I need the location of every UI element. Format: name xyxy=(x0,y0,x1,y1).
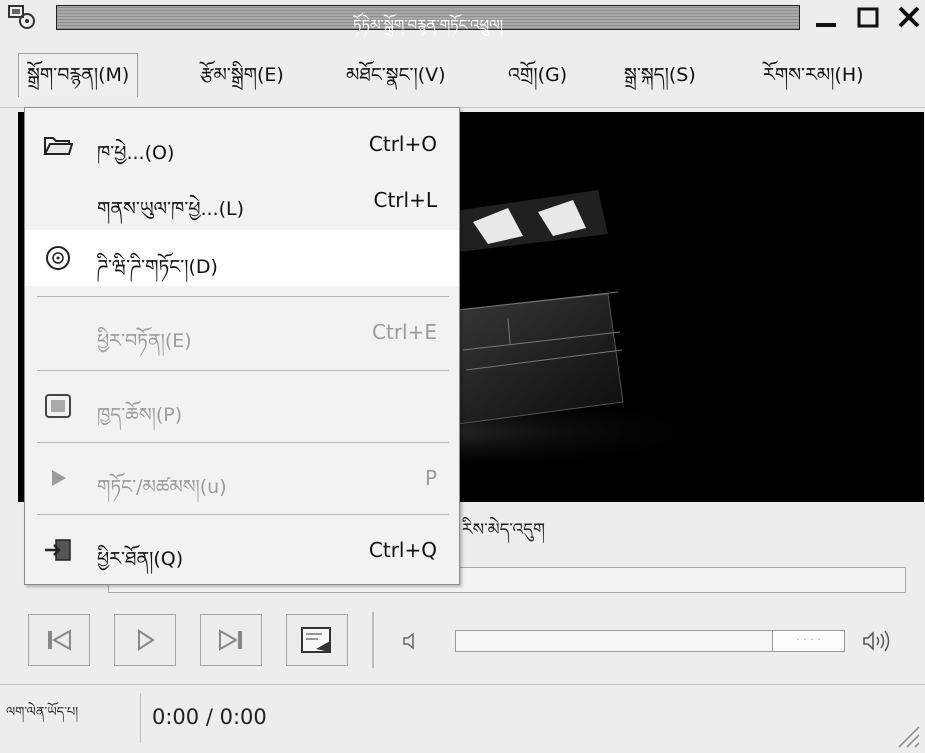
menu-item-quit-accel: Ctrl+Q xyxy=(368,538,437,562)
properties-icon xyxy=(45,394,71,418)
app-icon xyxy=(8,5,35,29)
menu-separator xyxy=(37,296,449,297)
title-bar: ཏོཏེམ་སྒྲོག་བརྙན་གཏོང་འཕྲུལ། xyxy=(0,0,925,34)
stream-status: ལག་ལེན་ཡོད་པ། xyxy=(6,705,79,720)
menu-separator xyxy=(37,370,449,371)
status-bar: ལག་ལེན་ཡོད་པ། 0:00 / 0:00 xyxy=(0,684,925,753)
menu-item-play-pause-label: གཏོང་/མཚམས།(u) xyxy=(97,476,227,498)
volume-slider[interactable]: · · · · xyxy=(455,630,845,652)
menu-bar: སྒྲོག་བརྙན།(M) རྩོམ་སྒྲིག(E) མཐོང་སྣང་།(… xyxy=(0,40,925,108)
menu-item-eject-label: ཕྱིར་བཏོན།(E) xyxy=(97,330,192,352)
menu-movie[interactable]: སྒྲོག་བརྙན།(M) xyxy=(18,53,139,97)
menu-edit[interactable]: རྩོམ་སྒྲིག(E) xyxy=(192,53,292,97)
time-display: 0:00 / 0:00 xyxy=(152,705,267,729)
menu-item-play-disc[interactable]: ཌི་ཝི་ཌི་གཏོང་།(D) xyxy=(25,230,459,286)
control-separator xyxy=(372,612,374,668)
close-button[interactable] xyxy=(893,2,925,32)
menu-item-play-pause-accel: P xyxy=(424,466,437,490)
movie-menu-dropdown: ཁ་ཕྱེ...(O) Ctrl+O གནས་ཡུལ་ཁ་ཕྱེ...(L) C… xyxy=(24,107,460,585)
volume-slider-thumb[interactable]: · · · · xyxy=(772,631,844,651)
menu-item-quit-label: ཕྱིར་ཐོན།(Q) xyxy=(97,548,184,570)
volume-low-icon xyxy=(403,632,414,650)
menu-sound[interactable]: སྒྲ་སྐད།(S) xyxy=(616,53,704,97)
menu-item-open-location[interactable]: གནས་ཡུལ་ཁ་ཕྱེ...(L) Ctrl+L xyxy=(25,172,459,228)
play-icon xyxy=(52,470,66,486)
minimize-button[interactable] xyxy=(810,2,842,32)
skip-forward-icon xyxy=(219,629,242,651)
playlist-button[interactable] xyxy=(286,614,348,666)
next-button[interactable] xyxy=(200,614,262,666)
play-button[interactable] xyxy=(114,614,176,666)
menu-item-properties-label: ཁྱད་ཆོས།(P) xyxy=(97,404,183,426)
maximize-button[interactable] xyxy=(852,2,884,32)
playlist-icon xyxy=(301,627,331,653)
menu-item-eject[interactable]: ཕྱིར་བཏོན།(E) Ctrl+E xyxy=(25,304,459,360)
folder-open-icon xyxy=(43,137,73,155)
menu-item-properties[interactable]: ཁྱད་ཆོས།(P) xyxy=(25,378,459,434)
menu-item-quit[interactable]: ཕྱིར་ཐོན།(Q) Ctrl+Q xyxy=(25,522,459,578)
disc-icon xyxy=(46,246,70,270)
window-title-area[interactable]: ཏོཏེམ་སྒྲོག་བརྙན་གཏོང་འཕྲུལ། xyxy=(56,5,800,34)
menu-item-play-disc-label: ཌི་ཝི་ཌི་གཏོང་།(D) xyxy=(97,256,218,278)
statusbar-separator xyxy=(140,693,141,743)
menu-item-open[interactable]: ཁ་ཕྱེ...(O) Ctrl+O xyxy=(25,116,459,172)
menu-separator xyxy=(37,442,449,443)
menu-view[interactable]: མཐོང་སྣང་།(V) xyxy=(338,53,454,97)
resize-grip-icon[interactable] xyxy=(891,719,921,749)
menu-separator xyxy=(37,514,449,515)
menu-item-open-location-accel: Ctrl+L xyxy=(373,188,438,212)
volume-high-icon[interactable] xyxy=(860,628,894,654)
menu-item-play-pause[interactable]: གཏོང་/མཚམས།(u) P xyxy=(25,450,459,506)
menu-item-eject-accel: Ctrl+E xyxy=(372,320,437,344)
menu-item-open-accel: Ctrl+O xyxy=(368,132,437,156)
quit-icon xyxy=(45,539,71,561)
status-text: རིས་མེད་འདུག xyxy=(462,520,545,540)
play-icon xyxy=(138,629,155,651)
menu-go[interactable]: འགྲོ།(G) xyxy=(500,53,575,97)
previous-button[interactable] xyxy=(28,614,90,666)
skip-back-icon xyxy=(48,629,71,651)
menu-help[interactable]: རོགས་རམ།(H) xyxy=(755,53,872,97)
